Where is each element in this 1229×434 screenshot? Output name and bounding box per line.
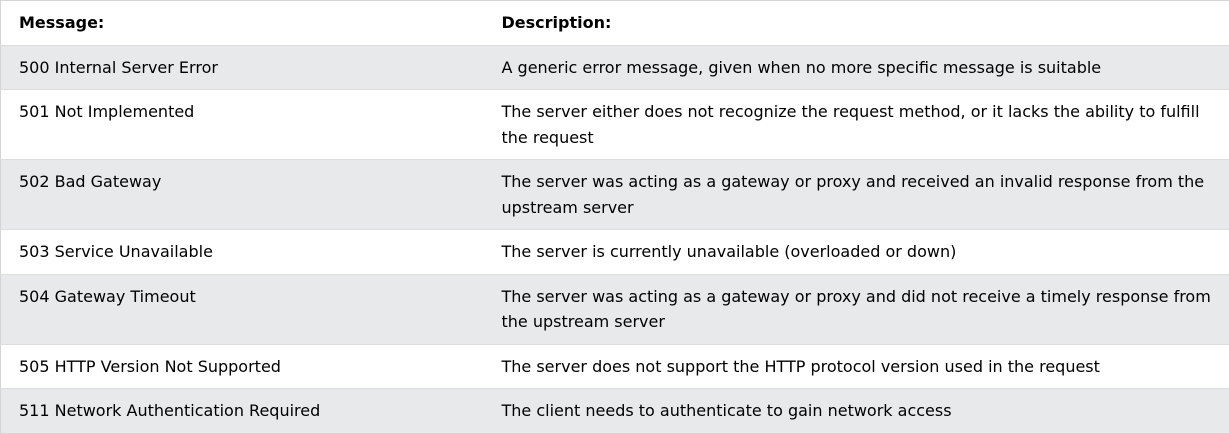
table-row: 505 HTTP Version Not Supported The serve… bbox=[1, 344, 1229, 389]
table-row: 503 Service Unavailable The server is cu… bbox=[1, 230, 1229, 275]
description-cell: The server was acting as a gateway or pr… bbox=[484, 160, 1229, 230]
description-cell: A generic error message, given when no m… bbox=[484, 45, 1229, 90]
table-row: 502 Bad Gateway The server was acting as… bbox=[1, 160, 1229, 230]
description-column-header: Description: bbox=[484, 1, 1229, 46]
description-cell: The client needs to authenticate to gain… bbox=[484, 389, 1229, 434]
description-cell: The server either does not recognize the… bbox=[484, 90, 1229, 160]
message-cell: 501 Not Implemented bbox=[1, 90, 484, 160]
message-column-header: Message: bbox=[1, 1, 484, 46]
status-code-table: Message: Description: 500 Internal Serve… bbox=[0, 0, 1229, 434]
table-header-row: Message: Description: bbox=[1, 1, 1229, 46]
table-row: 511 Network Authentication Required The … bbox=[1, 389, 1229, 434]
message-cell: 503 Service Unavailable bbox=[1, 230, 484, 275]
table-row: 501 Not Implemented The server either do… bbox=[1, 90, 1229, 160]
table-row: 500 Internal Server Error A generic erro… bbox=[1, 45, 1229, 90]
description-cell: The server does not support the HTTP pro… bbox=[484, 344, 1229, 389]
message-cell: 504 Gateway Timeout bbox=[1, 274, 484, 344]
message-cell: 500 Internal Server Error bbox=[1, 45, 484, 90]
description-cell: The server was acting as a gateway or pr… bbox=[484, 274, 1229, 344]
message-cell: 505 HTTP Version Not Supported bbox=[1, 344, 484, 389]
message-cell: 502 Bad Gateway bbox=[1, 160, 484, 230]
table-row: 504 Gateway Timeout The server was actin… bbox=[1, 274, 1229, 344]
description-cell: The server is currently unavailable (ove… bbox=[484, 230, 1229, 275]
message-cell: 511 Network Authentication Required bbox=[1, 389, 484, 434]
